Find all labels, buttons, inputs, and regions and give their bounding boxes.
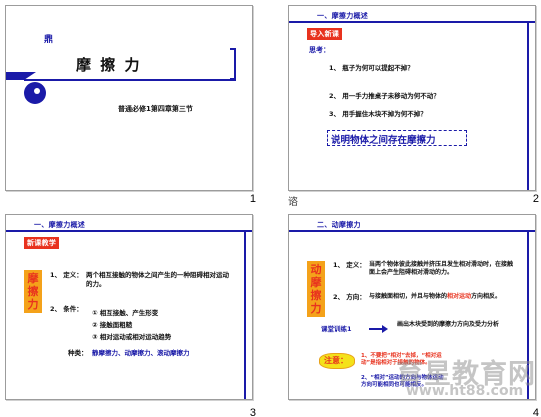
- side-label: 动摩擦力: [310, 263, 322, 315]
- title-underline: [24, 79, 236, 81]
- section-heading: 一、摩擦力概述: [317, 12, 369, 20]
- slide-number-2: 2: [532, 193, 539, 205]
- slide-thumbnail-1[interactable]: 鼎 摩 擦 力 普通必修1第四章第三节: [5, 5, 253, 191]
- think-label: 思考：: [309, 46, 330, 54]
- section-heading: 一、摩擦力概述: [34, 221, 86, 229]
- exercise-text: 画出木块受到的摩擦力方向及受力分析: [397, 321, 500, 328]
- section-heading: 二、动摩擦力: [317, 221, 361, 229]
- lesson-tag: 新课教学: [24, 237, 60, 249]
- direction-label: 2、 方向：: [333, 293, 366, 301]
- title-band: [6, 72, 24, 80]
- types-label: 种类：: [68, 349, 88, 357]
- slide-thumbnail-2[interactable]: 一、摩擦力概述 导入新课 思考： 1、 瓶子为何可以提起不掉？ 2、 用一手力推…: [288, 5, 536, 191]
- circle-inner-dot: [34, 88, 40, 94]
- definition-text: 两个相互接触的物体之间产生的一种阻碍相对运动的力。: [86, 271, 229, 288]
- logo-mark: 鼎: [44, 35, 54, 45]
- definition-text: 当两个物体彼此接触并挤压且发生相对滑动时，在接触面上会产生阻碍相对滑动的力。: [369, 261, 514, 276]
- note-label: 注意：: [324, 356, 348, 365]
- condition-3: ③ 相对运动或相对运动趋势: [92, 333, 172, 341]
- slide-thumbnail-3[interactable]: 一、摩擦力概述 新课教学 摩擦力 1、 定义： 两个相互接触的物体之间产生的一种…: [5, 214, 253, 400]
- section-rule: [6, 230, 252, 232]
- direction-highlight: 相对运动: [447, 293, 472, 300]
- slide-caption-2: 谘: [288, 197, 298, 208]
- definition-label: 1、 定义：: [333, 261, 366, 269]
- slide-subtitle: 普通必修1第四章第三节: [118, 105, 193, 113]
- condition-label: 2、 条件：: [50, 305, 83, 313]
- direction-text-b: 方向相反。: [471, 293, 502, 300]
- slide-number-1: 1: [249, 193, 256, 205]
- right-rule: [527, 21, 529, 190]
- side-label-box: 摩擦力: [24, 270, 42, 313]
- intro-tag: 导入新课: [307, 28, 343, 40]
- right-rule: [244, 230, 246, 399]
- conclusion-text: 说明物体之间存在摩擦力: [331, 135, 436, 146]
- side-label-box: 动摩擦力: [307, 261, 325, 317]
- question-3: 3、 用手握住木块不掉为何不掉？: [329, 110, 427, 118]
- slide-number-4: 4: [532, 407, 539, 417]
- definition-label: 1、 定义：: [50, 271, 83, 279]
- direction-text-a: 与接触面相切，并且与物体的: [369, 293, 448, 300]
- condition-1: ① 相互接触、产生形变: [92, 309, 159, 317]
- slide-cell-3[interactable]: 一、摩擦力概述 新课教学 摩擦力 1、 定义： 两个相互接触的物体之间产生的一种…: [0, 209, 270, 417]
- slide-cell-2[interactable]: 一、摩擦力概述 导入新课 思考： 1、 瓶子为何可以提起不掉？ 2、 用一手力推…: [283, 0, 541, 208]
- watermark-url: www.ht88.com: [406, 383, 524, 399]
- question-2: 2、 用一手力推桌子未移动为何不动？: [329, 92, 440, 100]
- side-label: 摩擦力: [27, 272, 39, 311]
- title-bracket: [230, 48, 236, 80]
- slide-sorter-grid: 鼎 摩 擦 力 普通必修1第四章第三节 1 一、摩擦力概述 导入新课 思考： 1…: [0, 0, 541, 417]
- question-1: 1、 瓶子为何可以提起不掉？: [329, 64, 414, 72]
- slide-number-3: 3: [249, 407, 256, 417]
- types-text: 静摩擦力、动摩擦力、滚动摩擦力: [92, 349, 190, 357]
- slide-cell-1[interactable]: 鼎 摩 擦 力 普通必修1第四章第三节 1: [0, 0, 270, 208]
- slide-title: 摩 擦 力: [76, 56, 142, 74]
- arrow-head-icon: [382, 325, 388, 333]
- section-rule: [289, 21, 535, 23]
- condition-2: ② 接触面粗糙: [92, 321, 133, 329]
- direction-text: 与接触面相切，并且与物体的相对运动方向相反。: [369, 293, 517, 301]
- exercise-label: 课堂训练1: [321, 325, 352, 333]
- section-rule: [289, 230, 535, 232]
- arrow-icon: [369, 328, 383, 330]
